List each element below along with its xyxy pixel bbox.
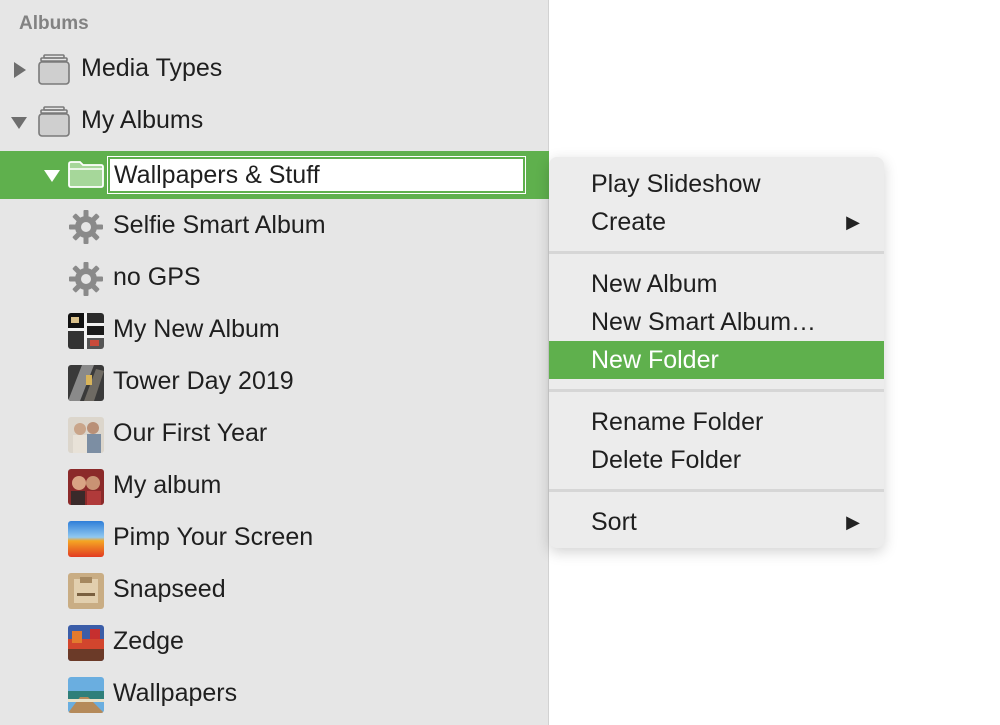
menu-item-play-slideshow[interactable]: Play Slideshow (549, 165, 884, 203)
menu-item-new-album[interactable]: New Album (549, 265, 884, 303)
list-item[interactable]: Snapseed (0, 567, 549, 615)
list-item[interactable]: no GPS (0, 255, 549, 303)
menu-item-new-folder[interactable]: New Folder (549, 341, 884, 379)
list-item-label: no GPS (113, 263, 201, 291)
menu-item-rename-folder[interactable]: Rename Folder (549, 403, 884, 441)
list-item-label: Our First Year (113, 419, 268, 447)
list-item-label: Wallpapers (113, 679, 238, 707)
folder-icon (68, 160, 104, 188)
album-thumbnail-icon (68, 677, 104, 713)
list-item-label: Pimp Your Screen (113, 523, 314, 551)
menu-item-create[interactable]: Create ▶ (549, 203, 884, 241)
gear-icon (68, 209, 104, 245)
gear-icon (68, 261, 104, 297)
list-item[interactable]: Selfie Smart Album (0, 203, 549, 251)
menu-item-label: Sort (591, 507, 637, 536)
sidebar-item-selected-folder[interactable] (0, 151, 549, 199)
list-item-label: Tower Day 2019 (113, 367, 294, 395)
menu-item-sort[interactable]: Sort ▶ (549, 503, 884, 541)
sidebar-item-my-albums[interactable]: My Albums (0, 98, 549, 146)
album-thumbnail-icon (68, 625, 104, 661)
disclosure-collapsed-icon[interactable] (11, 61, 29, 79)
menu-item-label: Create (591, 207, 667, 236)
albums-sidebar: Albums Media Types My Albums Wallpapers … (0, 0, 549, 725)
list-item[interactable]: My New Album (0, 307, 549, 355)
disclosure-expanded-icon[interactable] (10, 114, 28, 132)
album-thumbnail-icon (68, 365, 104, 401)
menu-separator (549, 389, 884, 392)
menu-separator (549, 251, 884, 254)
section-header-albums: Albums (19, 13, 89, 34)
list-item[interactable]: Our First Year (0, 411, 549, 459)
sidebar-item-media-types[interactable]: Media Types (0, 46, 549, 94)
album-thumbnail-icon (68, 521, 104, 557)
list-item-label: Snapseed (113, 575, 226, 603)
list-item[interactable]: Wallpapers (0, 671, 549, 719)
list-item-label: My album (113, 471, 222, 499)
list-item-label: Zedge (113, 627, 184, 655)
album-thumbnail-icon (68, 313, 104, 349)
sidebar-item-label: Media Types (81, 54, 223, 82)
list-item-label: Selfie Smart Album (113, 211, 326, 239)
album-thumbnail-icon (68, 573, 104, 609)
submenu-arrow-icon: ▶ (846, 511, 860, 532)
album-thumbnail-icon (68, 417, 104, 453)
list-item[interactable]: My album (0, 463, 549, 511)
album-thumbnail-icon (68, 469, 104, 505)
list-item-label: My New Album (113, 315, 280, 343)
album-stack-icon (38, 106, 70, 138)
folder-name-input[interactable] (107, 156, 526, 194)
submenu-arrow-icon: ▶ (846, 211, 860, 232)
list-item[interactable]: Pimp Your Screen (0, 515, 549, 563)
list-item[interactable]: Zedge (0, 619, 549, 667)
sidebar-item-label: My Albums (81, 106, 204, 134)
menu-separator (549, 489, 884, 492)
list-item[interactable]: Tower Day 2019 (0, 359, 549, 407)
menu-item-delete-folder[interactable]: Delete Folder (549, 441, 884, 479)
context-menu: Play Slideshow Create ▶ New Album New Sm… (549, 157, 884, 548)
album-stack-icon (38, 54, 70, 86)
disclosure-expanded-icon[interactable] (43, 167, 61, 185)
menu-item-new-smart-album[interactable]: New Smart Album… (549, 303, 884, 341)
